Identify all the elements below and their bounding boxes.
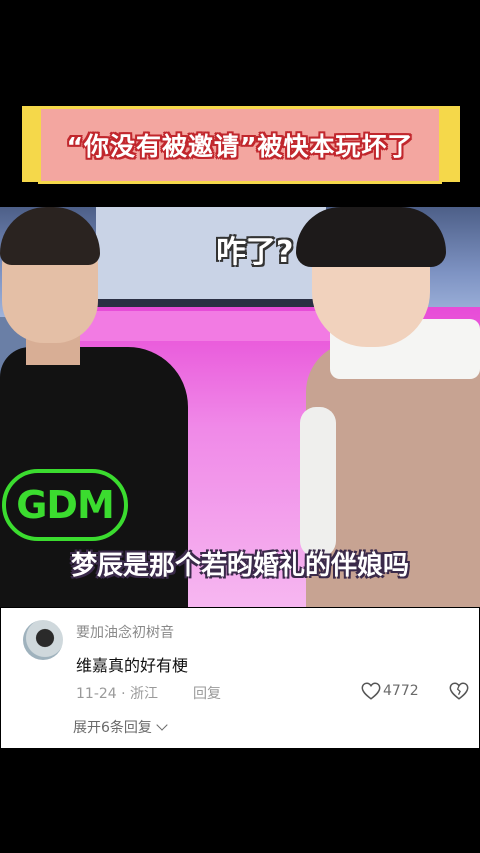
- expand-replies-button[interactable]: 展开6条回复: [73, 717, 168, 737]
- comment-text: 维嘉真的好有梗: [76, 656, 189, 675]
- heart-outline-icon[interactable]: [360, 680, 382, 702]
- like-count: 4772: [383, 683, 419, 699]
- right-person-sleeve: [300, 407, 336, 557]
- comment-date: 11-24: [76, 686, 117, 702]
- video-subtitle: 梦辰是那个若昀婚礼的伴娘吗: [70, 551, 409, 581]
- broken-heart-icon[interactable]: [448, 680, 470, 702]
- expand-replies-label: 展开6条回复: [73, 720, 152, 736]
- caption-top: 咋了?: [216, 235, 294, 270]
- comment-location: 浙江: [130, 686, 159, 702]
- title-banner: “你没有被邀请”被快本玩坏了: [38, 106, 442, 184]
- chevron-down-icon: [156, 719, 168, 731]
- right-person-hair: [296, 207, 446, 267]
- comment-card: 要加油念初树音 维嘉真的好有梗 11-24 · 浙江 回复 4772 展开6条回…: [1, 608, 479, 748]
- video-frame[interactable]: GDM 咋了? 梦辰是那个若昀婚礼的伴娘吗: [0, 207, 480, 607]
- comment-username[interactable]: 要加油念初树音: [76, 622, 174, 642]
- avatar[interactable]: [23, 620, 63, 660]
- comment-meta: 11-24 · 浙江: [76, 683, 158, 703]
- title-text: “你没有被邀请”被快本玩坏了: [66, 132, 414, 161]
- reply-button[interactable]: 回复: [193, 683, 221, 703]
- meta-separator: ·: [121, 686, 131, 702]
- shirt-logo: GDM: [2, 469, 128, 541]
